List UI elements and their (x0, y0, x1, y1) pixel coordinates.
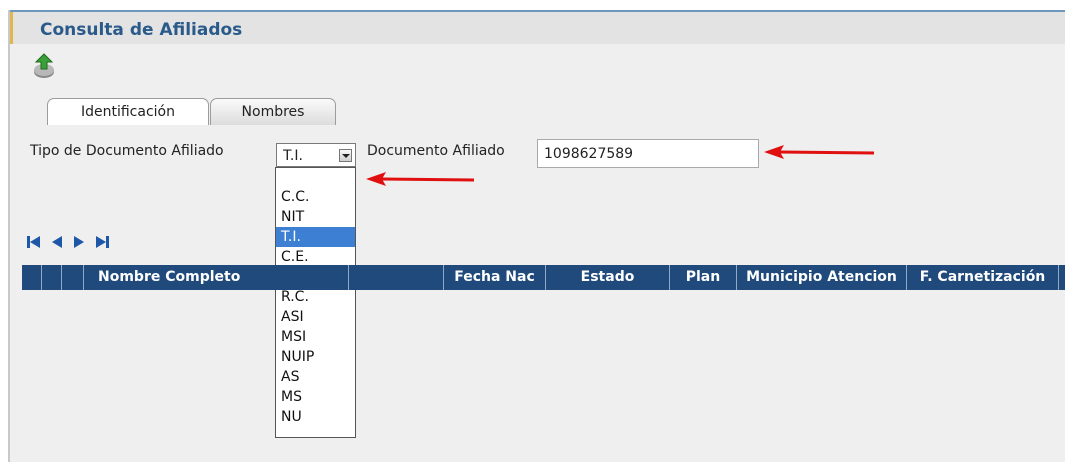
dropdown-option[interactable]: NU (276, 407, 355, 427)
column-header[interactable] (42, 265, 62, 290)
dropdown-option[interactable]: C.E. (276, 247, 355, 267)
column-header[interactable] (22, 265, 42, 290)
page-title: Consulta de Afiliados (40, 20, 243, 40)
documento-afiliado-label: Documento Afiliado (367, 143, 505, 159)
column-header[interactable] (349, 265, 444, 290)
title-accent (10, 12, 13, 44)
title-bar: Consulta de Afiliados (10, 12, 1065, 44)
column-header-carnetizacion[interactable]: F. Carnetización (907, 265, 1059, 290)
last-page-icon[interactable] (94, 234, 110, 250)
dropdown-option[interactable]: C.C. (276, 187, 355, 207)
column-header[interactable] (1059, 265, 1065, 290)
column-header-nombre[interactable]: Nombre Completo (84, 265, 349, 290)
dropdown-option[interactable]: NUIP (276, 347, 355, 367)
app-window: Consulta de Afiliados Identificación Nom… (0, 0, 1065, 462)
tipo-documento-select[interactable]: T.I. (276, 143, 356, 167)
dropdown-option[interactable]: R.C. (276, 287, 355, 307)
tab-identificacion[interactable]: Identificación (47, 98, 209, 125)
dropdown-option[interactable]: T.I. (276, 227, 355, 247)
dropdown-option[interactable]: NIT (276, 207, 355, 227)
dropdown-option[interactable]: MS (276, 387, 355, 407)
content-panel: Identificación Nombres Tipo de Documento… (10, 44, 1065, 462)
tipo-documento-label: Tipo de Documento Afiliado (30, 143, 224, 159)
dropdown-option[interactable]: ASI (276, 307, 355, 327)
pager (26, 234, 114, 252)
export-icon[interactable] (32, 52, 58, 80)
column-header-municipio[interactable]: Municipio Atencion (737, 265, 907, 290)
documento-afiliado-input[interactable] (537, 139, 759, 168)
tipo-documento-value: T.I. (283, 148, 303, 164)
tab-nombres[interactable]: Nombres (210, 98, 336, 125)
annotation-arrow-icon (366, 172, 475, 186)
dropdown-option[interactable]: MSI (276, 327, 355, 347)
chevron-down-icon[interactable] (339, 149, 352, 162)
prev-page-icon[interactable] (50, 234, 64, 250)
column-header-fecha-nac[interactable]: Fecha Nac (444, 265, 546, 290)
next-page-icon[interactable] (72, 234, 86, 250)
tipo-documento-options[interactable]: C.C.NITT.I.C.E.PASR.C.ASIMSINUIPASMSNU (275, 167, 356, 438)
dropdown-option[interactable]: AS (276, 367, 355, 387)
results-grid-header: Nombre Completo Fecha Nac Estado Plan Mu… (22, 265, 1065, 290)
column-header-plan[interactable]: Plan (670, 265, 737, 290)
column-header-estado[interactable]: Estado (546, 265, 670, 290)
first-page-icon[interactable] (26, 234, 42, 250)
column-header[interactable] (62, 265, 84, 290)
annotation-arrow-icon (764, 145, 875, 159)
